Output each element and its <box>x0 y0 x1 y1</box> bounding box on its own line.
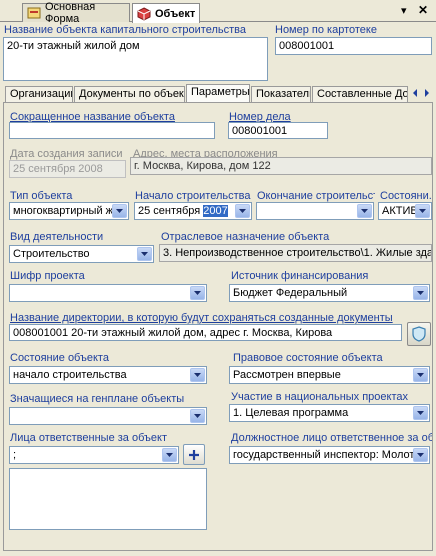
object-state-select[interactable]: начало строительства <box>9 366 207 384</box>
funding-label: Источник финансирования <box>231 270 369 282</box>
created-date-label: Дата создания записи <box>10 148 123 160</box>
chevron-down-icon[interactable] <box>235 204 250 218</box>
start-date-year: 2007 <box>203 205 228 217</box>
dropdown-icon[interactable]: ▾ <box>401 4 407 17</box>
industry-field: 3. Непроизводственное строительство\1. Ж… <box>159 244 432 262</box>
national-projects-select[interactable]: 1. Целевая программа <box>229 404 430 422</box>
chevron-down-icon[interactable] <box>112 204 127 218</box>
start-date-picker[interactable]: 25 сентября 2007 <box>134 202 252 220</box>
tab-parameters[interactable]: Параметры <box>186 84 250 103</box>
persons-list[interactable] <box>9 468 207 530</box>
short-name-field[interactable] <box>9 122 215 139</box>
persons-label: Лица ответственные за объект <box>10 432 167 444</box>
industry-label: Отраслевое назначение объекта <box>161 231 330 243</box>
directory-label: Название директории, в которую будут сох… <box>10 312 393 324</box>
address-field: г. Москва, Кирова, дом 122 <box>130 157 432 175</box>
chevron-down-icon[interactable] <box>413 368 428 382</box>
official-label: Должностное лицо ответственное за объект <box>231 432 432 444</box>
object-name-label: Название объекта капитального строительс… <box>4 24 246 36</box>
state-short-select[interactable]: АКТИВН <box>378 202 432 220</box>
object-type-select[interactable]: многоквартирный жил <box>9 202 129 220</box>
close-icon[interactable]: ✕ <box>418 3 428 17</box>
end-date-picker[interactable] <box>256 202 374 220</box>
tab-scroll-controls <box>410 86 434 100</box>
chevron-down-icon[interactable] <box>190 409 205 423</box>
tab-object-label: Объект <box>155 7 196 20</box>
genplan-select[interactable] <box>9 407 207 425</box>
object-state-value: начало строительства <box>13 369 127 381</box>
document-tab-bar: Основная Форма Объект ▾ ✕ <box>0 0 436 25</box>
tab-object-documents[interactable]: Документы по объекту <box>74 86 185 102</box>
object-name-field[interactable]: 20-ти этажный жилой дом <box>3 37 268 81</box>
chevron-down-icon[interactable] <box>162 448 177 462</box>
activity-label: Вид деятельности <box>10 231 104 243</box>
chevron-down-icon[interactable] <box>357 204 372 218</box>
state-short-label: Состояни... <box>380 190 432 202</box>
folder-browse-button[interactable] <box>407 322 431 346</box>
tab-compiled-documents[interactable]: Составленные Доку <box>312 86 408 102</box>
scroll-right-icon[interactable] <box>422 86 432 100</box>
shield-icon <box>412 326 426 342</box>
activity-value: Строительство <box>13 248 90 260</box>
card-number-field[interactable]: 008001001 <box>275 37 432 55</box>
object-icon <box>137 6 151 21</box>
cipher-select[interactable] <box>9 284 207 302</box>
object-state-label: Состояние объекта <box>10 352 109 364</box>
genplan-label: Значащиеся на генплане объекты <box>10 393 185 405</box>
form-icon <box>27 6 41 20</box>
persons-value: ; <box>13 449 17 461</box>
start-label: Начало строительства <box>135 190 251 202</box>
chevron-down-icon[interactable] <box>413 406 428 420</box>
case-number-field[interactable]: 008001001 <box>228 122 328 139</box>
chevron-down-icon[interactable] <box>415 204 430 218</box>
funding-value: Бюджет Федеральный <box>233 287 348 299</box>
object-type-label: Тип объекта <box>10 190 73 202</box>
chevron-down-icon[interactable] <box>413 286 428 300</box>
national-projects-label: Участие в национальных проектах <box>231 391 409 403</box>
scroll-left-icon[interactable] <box>410 86 420 100</box>
end-label: Окончание строительст... <box>257 190 375 202</box>
chevron-down-icon[interactable] <box>190 368 205 382</box>
card-number-label: Номер по картотеке <box>275 24 377 36</box>
chevron-down-icon[interactable] <box>190 286 205 300</box>
add-person-button[interactable] <box>183 444 205 465</box>
tab-organizations[interactable]: Организации <box>5 86 73 102</box>
persons-select[interactable]: ; <box>9 446 179 464</box>
cipher-label: Шифр проекта <box>10 270 85 282</box>
official-select[interactable]: государственный инспектор: Молоток В. <box>229 446 430 464</box>
tab-main-form[interactable]: Основная Форма <box>22 1 130 25</box>
legal-state-value: Рассмотрен впервые <box>233 369 341 381</box>
object-type-value: многоквартирный жил <box>13 205 126 217</box>
directory-field[interactable]: 008001001 20-ти этажный жилой дом, адрес… <box>9 324 402 341</box>
chevron-down-icon[interactable] <box>137 247 152 261</box>
created-date-field: 25 сентября 2008 <box>9 160 126 178</box>
national-projects-value: 1. Целевая программа <box>233 407 349 419</box>
plus-icon <box>189 449 199 460</box>
tab-main-form-label: Основная Форма <box>45 1 96 25</box>
start-date-day: 25 сентября <box>138 205 201 217</box>
official-value: государственный инспектор: Молоток В. <box>233 449 430 461</box>
tab-indicators[interactable]: Показатели <box>251 86 311 102</box>
activity-select[interactable]: Строительство <box>9 245 154 263</box>
tab-object[interactable]: Объект <box>132 3 200 23</box>
funding-select[interactable]: Бюджет Федеральный <box>229 284 430 302</box>
chevron-down-icon[interactable] <box>413 448 428 462</box>
legal-state-select[interactable]: Рассмотрен впервые <box>229 366 430 384</box>
legal-state-label: Правовое состояние объекта <box>233 352 383 364</box>
